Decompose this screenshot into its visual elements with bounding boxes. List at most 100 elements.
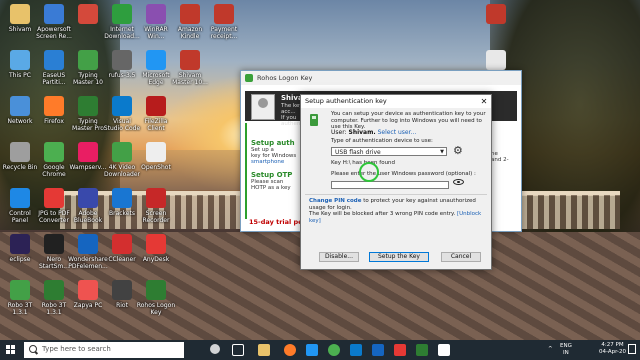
dialog-titlebar[interactable]: Setup authentication key ✕ (301, 95, 491, 108)
app-icon (78, 96, 98, 116)
desktop-icon-label: OpenShot (141, 164, 171, 171)
clock-time: 4:27 PM (601, 342, 624, 348)
app-icon (78, 142, 98, 162)
setup-key-button[interactable]: Setup the Key (369, 252, 429, 262)
app-icon (44, 4, 64, 24)
setup-key-dialog[interactable]: Setup authentication key ✕ You can setup… (300, 94, 492, 270)
dialog-intro-text: You can setup your device as authenticat… (331, 111, 486, 130)
app-icon (44, 234, 64, 254)
desktop-icon-label: Apowersoft Screen Re... (36, 26, 72, 40)
edge-taskbar-icon[interactable] (306, 344, 318, 356)
app-icon (78, 4, 98, 24)
app-icon (112, 234, 132, 254)
rohos-taskbar-icon[interactable] (416, 344, 428, 356)
app-icon (10, 142, 30, 162)
language-line-1: ENG (560, 343, 572, 349)
app-taskbar-icon[interactable] (394, 344, 406, 356)
chevron-down-icon[interactable]: ▼ (440, 148, 444, 157)
change-pin-link[interactable]: Change PIN code (309, 198, 361, 204)
taskbar-search-box[interactable]: Type here to search (24, 342, 184, 358)
vscode-taskbar-icon[interactable] (350, 344, 362, 356)
app-icon (10, 188, 30, 208)
app-icon (146, 188, 166, 208)
app-icon (78, 234, 98, 254)
show-password-eye-icon[interactable] (453, 179, 464, 185)
desktop-icon-label: Screen Recorder (142, 210, 170, 224)
search-icon (29, 345, 37, 353)
file-explorer-icon[interactable] (258, 344, 270, 356)
desktop-icon[interactable]: Screen Recorder (136, 188, 176, 224)
rohos-title: Rohos Logon Key (257, 74, 313, 82)
photoshop-taskbar-icon[interactable] (372, 344, 384, 356)
desktop-icon[interactable]: FileZilla Client (136, 96, 176, 132)
rohos-right-text: ne and 2- (491, 151, 509, 163)
app-icon (146, 96, 166, 116)
gear-icon[interactable]: ⚙ (453, 145, 463, 156)
select-user-link[interactable]: Select user... (378, 129, 417, 136)
user-prefix: User: (331, 129, 349, 136)
app-icon (10, 280, 30, 300)
app-icon (10, 4, 30, 24)
search-placeholder: Type here to search (42, 345, 111, 353)
taskbar: Type here to search ^ ENG IN 4:27 PM 04-… (0, 340, 640, 360)
desktop-icon[interactable]: AnyDesk (136, 234, 176, 263)
cortana-icon[interactable] (210, 344, 220, 354)
app-icon (146, 280, 166, 300)
tray-chevron-icon[interactable]: ^ (548, 346, 553, 352)
app-icon (112, 142, 132, 162)
app-icon (112, 4, 132, 24)
usb-key-icon (310, 114, 318, 126)
app2-taskbar-icon[interactable] (438, 344, 450, 356)
desktop-icon[interactable] (476, 50, 516, 72)
clock-date: 04-Apr-20 (598, 349, 626, 355)
app-icon (486, 50, 506, 70)
desktop-icon[interactable]: Shivam Master 10... (170, 50, 210, 86)
windows-start-icon[interactable] (0, 340, 22, 360)
task-view-icon[interactable] (232, 344, 244, 356)
rohos-app-icon (245, 74, 253, 82)
app-icon (10, 96, 30, 116)
app-icon (10, 234, 30, 254)
desktop-icon[interactable] (476, 4, 516, 26)
app-icon (78, 50, 98, 70)
rohos-titlebar[interactable]: Rohos Logon Key (241, 71, 521, 85)
password-label: Please enter the user Windows password (… (331, 171, 476, 177)
password-field[interactable] (331, 181, 449, 189)
cancel-button[interactable]: Cancel (441, 252, 481, 262)
firefox-taskbar-icon[interactable] (284, 344, 296, 356)
device-type-select[interactable]: USB flash drive ▼ (331, 147, 447, 156)
app-icon (180, 50, 200, 70)
desktop-icon[interactable]: OpenShot (136, 142, 176, 171)
desktop-icon-label: Payment receipt... (210, 26, 238, 40)
desktop-icon-label: Shivam Master 10... (172, 72, 208, 86)
app-icon (44, 96, 64, 116)
desktop-icon[interactable]: Payment receipt... (204, 4, 244, 40)
app-icon (44, 50, 64, 70)
app-icon (146, 50, 166, 70)
app-icon (112, 96, 132, 116)
desktop-icon-label: AnyDesk (142, 256, 170, 263)
app-icon (44, 188, 64, 208)
app-icon (78, 280, 98, 300)
app-icon (112, 280, 132, 300)
app-icon (112, 188, 132, 208)
app-icon (146, 4, 166, 24)
chrome-taskbar-icon[interactable] (328, 344, 340, 356)
app-icon (486, 4, 506, 24)
dialog-close-icon[interactable]: ✕ (477, 95, 491, 108)
taskbar-clock[interactable]: 4:27 PM 04-Apr-20 (599, 342, 626, 356)
app-icon (146, 142, 166, 162)
device-type-label: Type of authentication device to use: (331, 138, 433, 144)
desktop: Shivam Apowersoft Screen Re... Internet Do… (0, 0, 640, 340)
cursor-highlight-ring (359, 162, 379, 182)
pin-info: Change PIN code to protect your key agai… (309, 198, 484, 224)
app-icon (180, 4, 200, 24)
desktop-icon[interactable]: Rohos Logon Key (136, 280, 176, 316)
disable-button[interactable]: Disable... (319, 252, 359, 262)
language-indicator[interactable]: ENG IN (560, 343, 572, 357)
app-icon (44, 142, 64, 162)
dialog-divider (305, 194, 487, 195)
app-icon (112, 50, 132, 70)
user-name: Shivam. (348, 129, 376, 136)
notification-icon[interactable] (628, 344, 636, 354)
